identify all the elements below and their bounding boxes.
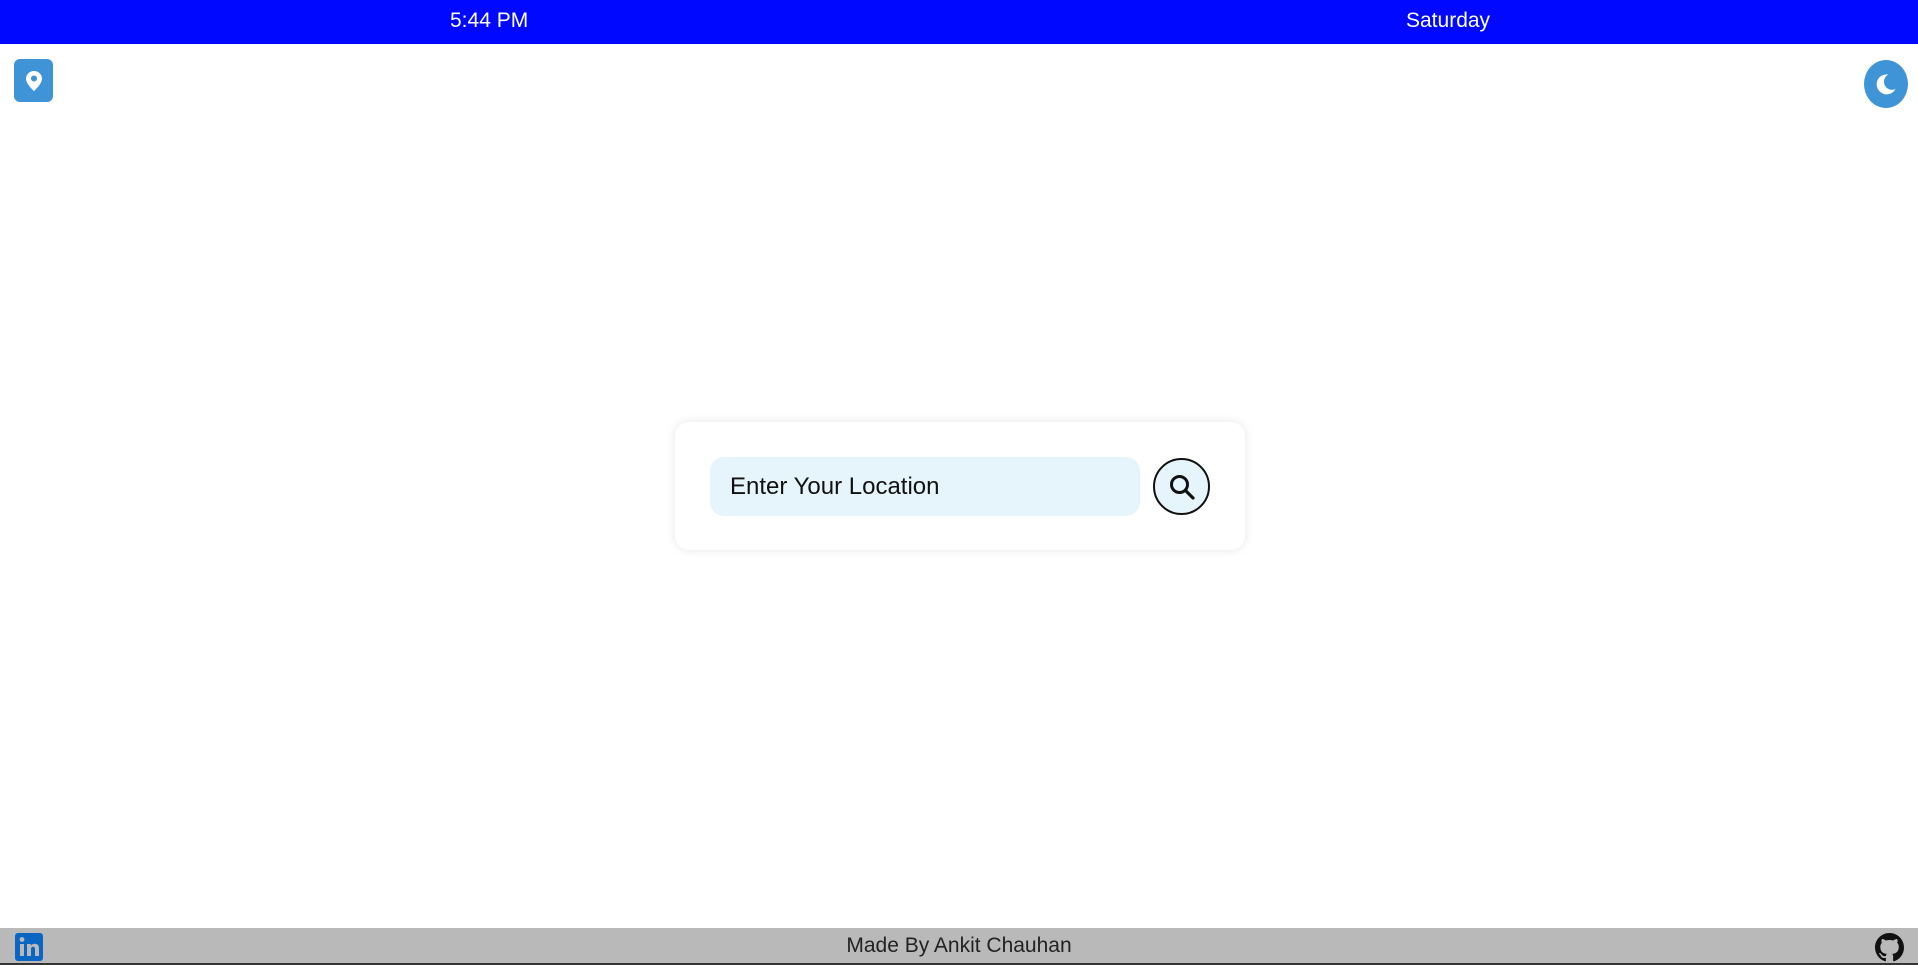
current-location-button[interactable] [14,59,53,102]
footer: Made By Ankit Chauhan [0,928,1918,965]
location-search-input[interactable] [710,457,1140,516]
github-icon [1875,933,1904,962]
search-icon [1169,474,1195,500]
footer-credit: Made By Ankit Chauhan [846,934,1072,957]
search-card [675,422,1245,550]
current-time: 5:44 PM [450,9,529,32]
current-day: Saturday [1406,9,1491,32]
github-link[interactable] [1875,933,1904,962]
weather-app-page: 5:44 PM Saturday Made B [0,0,1918,965]
top-bar: 5:44 PM Saturday [0,0,1918,44]
moon-icon [1876,74,1896,95]
dark-mode-toggle[interactable] [1864,60,1908,108]
search-button[interactable] [1153,458,1210,515]
map-pin-icon [25,70,42,91]
